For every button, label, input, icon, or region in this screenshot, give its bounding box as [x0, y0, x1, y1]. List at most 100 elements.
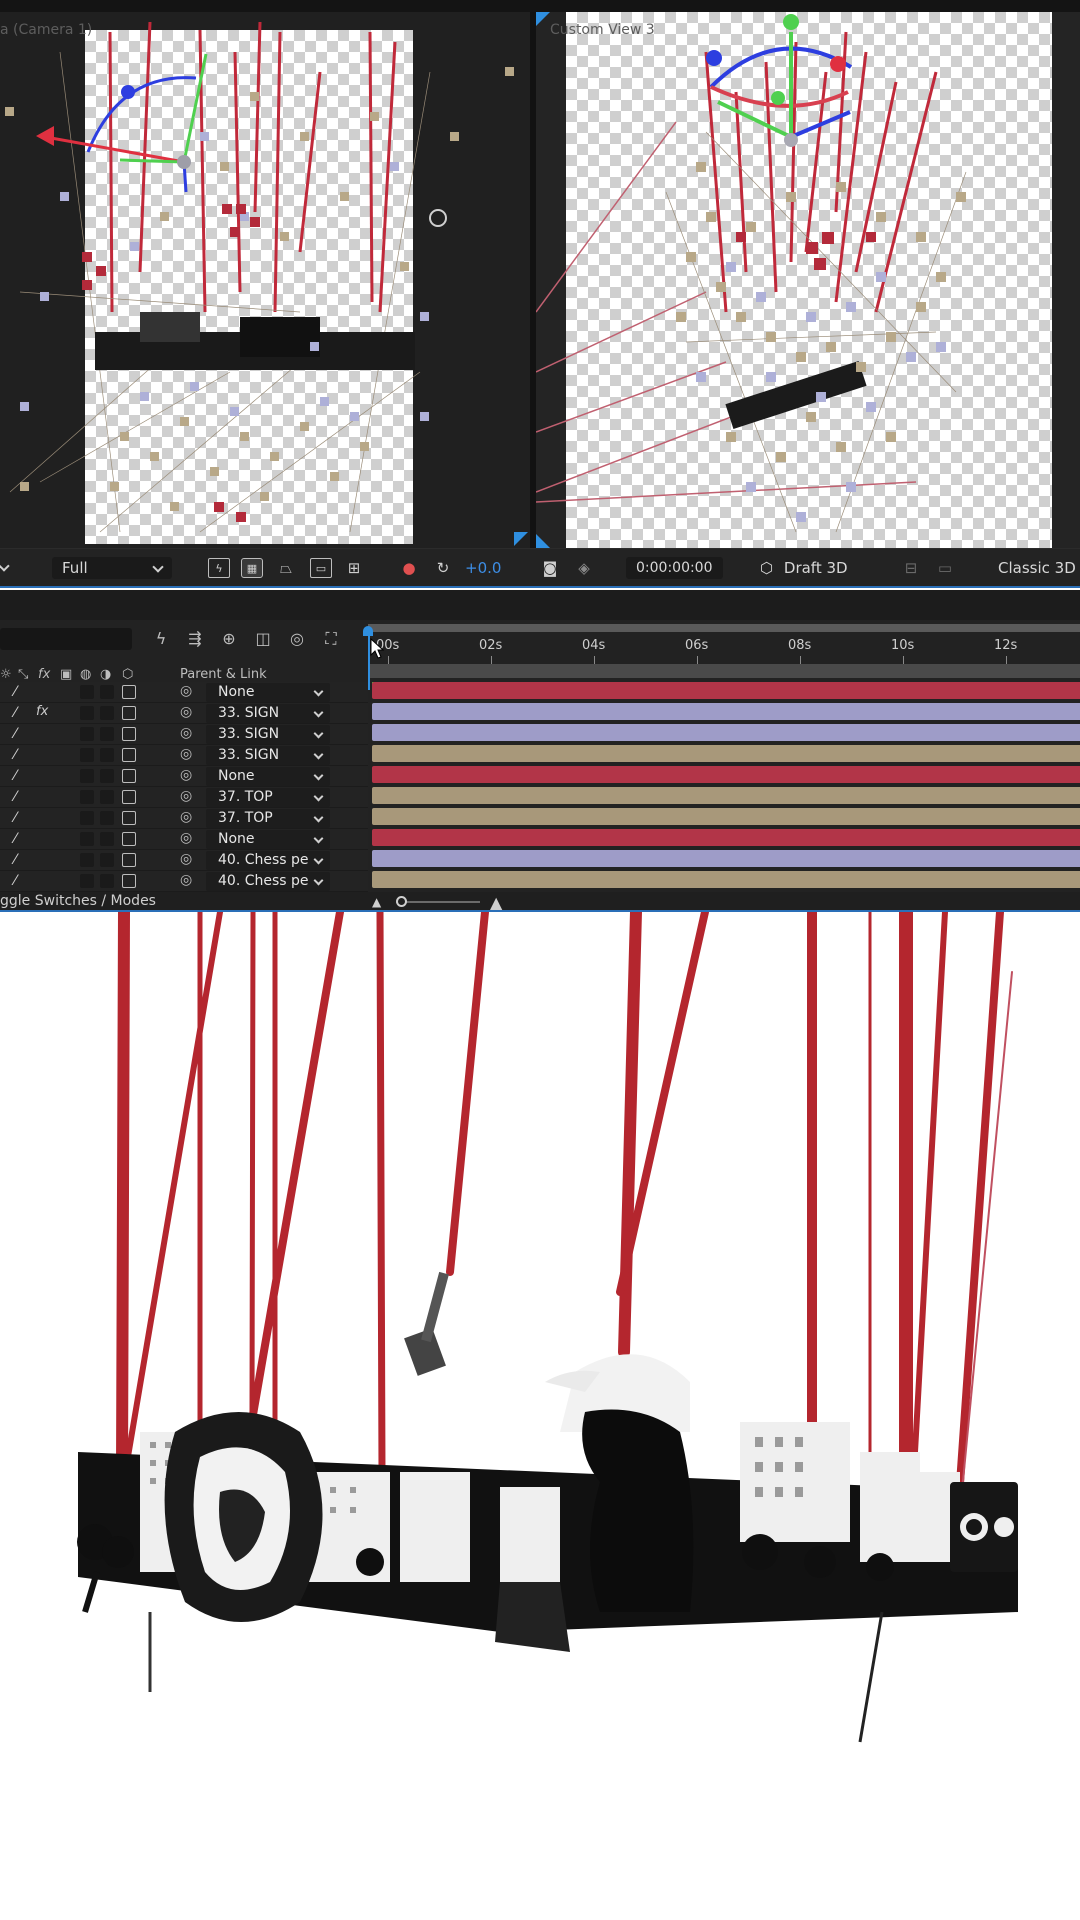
quality-switch-icon[interactable]: ⁄	[14, 852, 16, 868]
motion-blur-slot[interactable]	[80, 874, 94, 888]
adjustment-slot[interactable]	[100, 769, 114, 783]
motion-blur-icon[interactable]: ◫	[250, 627, 276, 651]
custom-view-pane[interactable]: Custom View 3	[536, 12, 1080, 548]
shy-layers-icon[interactable]: ⇶	[182, 627, 208, 651]
parent-dropdown[interactable]: 40. Chess pe	[206, 851, 330, 870]
resolution-dropdown[interactable]: Full	[52, 557, 172, 579]
quality-switch-icon[interactable]: ⁄	[14, 873, 16, 889]
parent-dropdown[interactable]: 33. SIGN	[206, 704, 330, 723]
region-of-interest-icon[interactable]: ▭	[310, 558, 332, 578]
layer-row[interactable]: ⁄ ◎ 33. SIGN	[0, 724, 368, 745]
adjustment-slot[interactable]	[100, 727, 114, 741]
pick-whip-icon[interactable]: ◎	[180, 809, 192, 825]
pick-whip-icon[interactable]: ◎	[180, 851, 192, 867]
exposure-value[interactable]: +0.0	[465, 557, 501, 579]
layer-duration-bar[interactable]	[372, 787, 1080, 804]
time-ruler[interactable]: 00s 02s 04s 06s 08s 10s 12s	[368, 620, 1080, 685]
adjustment-slot[interactable]	[100, 790, 114, 804]
layer-duration-bar[interactable]	[372, 808, 1080, 825]
comp-mini-flowchart-icon[interactable]: ⛶	[318, 627, 344, 651]
3d-layer-icon[interactable]	[122, 874, 136, 888]
quality-switch-icon[interactable]: ⁄	[14, 705, 16, 721]
layer-row[interactable]: ⁄ ◎ 40. Chess pe	[0, 850, 368, 871]
motion-blur-slot[interactable]	[80, 811, 94, 825]
quality-switch-icon[interactable]: ⁄	[14, 726, 16, 742]
pick-whip-icon[interactable]: ◎	[180, 725, 192, 741]
parent-dropdown[interactable]: 37. TOP	[206, 809, 330, 828]
3d-layer-icon[interactable]	[122, 727, 136, 741]
adjustment-slot[interactable]	[100, 706, 114, 720]
reset-exposure-icon[interactable]: ↻	[432, 558, 454, 578]
pick-whip-icon[interactable]: ◎	[180, 830, 192, 846]
layer-row[interactable]: ⁄ ◎ None	[0, 766, 368, 787]
quality-switch-icon[interactable]: ⁄	[14, 789, 16, 805]
zoom-out-icon[interactable]: ▲	[372, 895, 381, 909]
layer-duration-bar[interactable]	[372, 703, 1080, 720]
layer-row[interactable]: ⁄ ◎ None	[0, 682, 368, 703]
layer-row[interactable]: ⁄ ◎ None	[0, 829, 368, 850]
3d-layer-icon[interactable]	[122, 748, 136, 762]
frame-blending-icon[interactable]: ⊕	[216, 627, 242, 651]
layer-duration-bar[interactable]	[372, 829, 1080, 846]
time-zoom-handle[interactable]	[396, 896, 407, 907]
parent-dropdown[interactable]: 37. TOP	[206, 788, 330, 807]
zoom-in-icon[interactable]: ▲	[490, 893, 502, 912]
quality-switch-icon[interactable]: ⁄	[14, 810, 16, 826]
graph-editor-icon[interactable]: ◎	[284, 627, 310, 651]
layer-duration-bar[interactable]	[372, 766, 1080, 783]
work-area-bar[interactable]	[368, 624, 1080, 632]
quality-switch-icon[interactable]: ⁄	[14, 768, 16, 784]
null-link-icon[interactable]	[122, 832, 136, 846]
renderer-dropdown[interactable]: Classic 3D	[998, 557, 1076, 579]
layer-duration-bar[interactable]	[372, 745, 1080, 762]
null-link-icon[interactable]	[122, 769, 136, 783]
show-snapshot-icon[interactable]: ◈	[573, 558, 595, 578]
layer-row[interactable]: ⁄ ◎ 37. TOP	[0, 787, 368, 808]
quality-switch-icon[interactable]: ⁄	[14, 831, 16, 847]
3d-layer-icon[interactable]	[122, 790, 136, 804]
3d-layer-icon[interactable]	[122, 811, 136, 825]
layer-row[interactable]: ⁄ fx ◎ 33. SIGN	[0, 703, 368, 724]
adjustment-slot[interactable]	[100, 685, 114, 699]
pick-whip-icon[interactable]: ◎	[180, 788, 192, 804]
adjustment-slot[interactable]	[100, 853, 114, 867]
null-link-icon[interactable]	[122, 685, 136, 699]
3d-view-layout-icon[interactable]: ⊟	[900, 558, 922, 578]
fast-previews-icon[interactable]: ϟ	[208, 558, 230, 578]
motion-blur-slot[interactable]	[80, 853, 94, 867]
parent-dropdown[interactable]: None	[206, 683, 330, 702]
layer-search-input[interactable]	[0, 628, 132, 650]
parent-dropdown[interactable]: None	[206, 830, 330, 849]
motion-blur-slot[interactable]	[80, 832, 94, 846]
toggle-switches-modes-button[interactable]: ggle Switches / Modes	[0, 893, 156, 909]
layer-duration-bar[interactable]	[372, 850, 1080, 867]
motion-blur-slot[interactable]	[80, 748, 94, 762]
quality-switch-icon[interactable]: ⁄	[14, 684, 16, 700]
grid-guides-icon[interactable]: ⊞	[343, 558, 365, 578]
parent-dropdown[interactable]: 33. SIGN	[206, 725, 330, 744]
snapshot-camera-icon[interactable]: ◙	[539, 558, 561, 578]
motion-blur-slot[interactable]	[80, 685, 94, 699]
pick-whip-icon[interactable]: ◎	[180, 683, 192, 699]
motion-blur-slot[interactable]	[80, 769, 94, 783]
layer-duration-bar[interactable]	[372, 724, 1080, 741]
adjustment-slot[interactable]	[100, 811, 114, 825]
adjustment-slot[interactable]	[100, 874, 114, 888]
adjustment-slot[interactable]	[100, 748, 114, 762]
pick-whip-icon[interactable]: ◎	[180, 872, 192, 888]
motion-blur-slot[interactable]	[80, 706, 94, 720]
layer-duration-bar[interactable]	[372, 871, 1080, 888]
parent-dropdown[interactable]: 33. SIGN	[206, 746, 330, 765]
time-zoom-slider[interactable]	[396, 901, 480, 903]
layer-row[interactable]: ⁄ ◎ 40. Chess pe	[0, 871, 368, 892]
color-channels-icon[interactable]: ●	[398, 558, 420, 578]
3d-layer-icon[interactable]	[122, 853, 136, 867]
layer-row[interactable]: ⁄ ◎ 33. SIGN	[0, 745, 368, 766]
magnification-dropdown[interactable]	[0, 557, 10, 579]
transparency-grid-icon[interactable]: ▦	[241, 558, 263, 578]
camera-view-pane[interactable]: a (Camera 1)	[0, 12, 530, 548]
quality-switch-icon[interactable]: ⁄	[14, 747, 16, 763]
current-time-display[interactable]: 0:00:00:00	[626, 557, 723, 579]
motion-blur-slot[interactable]	[80, 727, 94, 741]
pick-whip-icon[interactable]: ◎	[180, 767, 192, 783]
